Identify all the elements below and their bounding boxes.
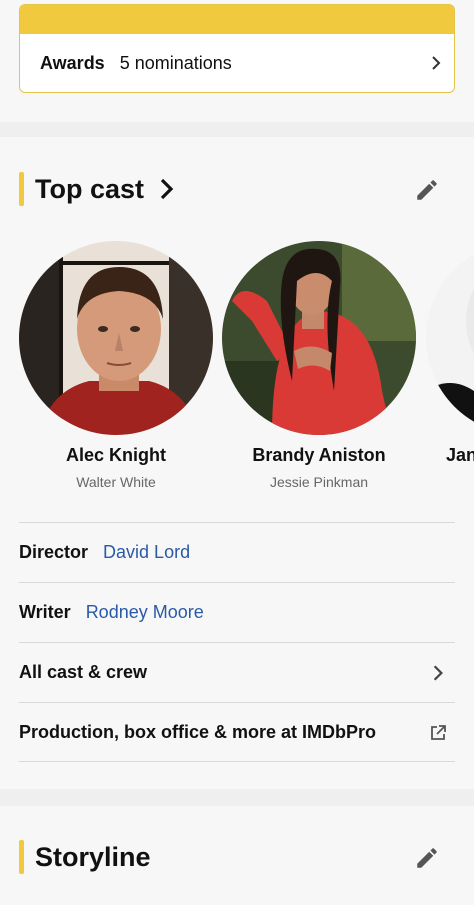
- chevron-right-icon: [432, 56, 441, 70]
- credits-list: Director David Lord Writer Rodney Moore …: [19, 522, 455, 762]
- awards-row[interactable]: Awards 5 nominations: [20, 34, 454, 92]
- awards-label: Awards: [40, 52, 105, 73]
- top-cast-title: Top cast: [35, 173, 145, 204]
- imdbpro-row[interactable]: Production, box office & more at IMDbPro: [19, 702, 455, 762]
- chevron-right-icon[interactable]: [158, 177, 176, 201]
- imdbpro-label[interactable]: Production, box office & more at IMDbPro: [19, 722, 376, 743]
- director-link[interactable]: David Lord: [103, 542, 190, 563]
- all-cast-crew-label[interactable]: All cast & crew: [19, 662, 147, 683]
- storyline-title: Storyline: [35, 841, 151, 872]
- cast-member[interactable]: Jan: [426, 241, 474, 465]
- storyline-header: Storyline: [19, 839, 459, 875]
- cast-photo[interactable]: [19, 241, 213, 435]
- section-accent-bar: [19, 840, 24, 874]
- writer-link[interactable]: Rodney Moore: [86, 602, 204, 623]
- cast-member[interactable]: Alec Knight Walter White: [19, 241, 213, 490]
- writer-row: Writer Rodney Moore: [19, 582, 455, 642]
- cast-name[interactable]: Alec Knight: [0, 445, 233, 466]
- edit-pencil-icon[interactable]: [414, 177, 440, 203]
- awards-value: 5 nominations: [119, 52, 232, 73]
- storyline-section: Storyline: [0, 806, 474, 905]
- top-cast-header[interactable]: Top cast: [19, 171, 459, 207]
- awards-card[interactable]: Awards 5 nominations: [19, 4, 455, 93]
- external-link-icon: [431, 725, 446, 740]
- awards-section: Awards 5 nominations: [0, 0, 474, 122]
- cast-name[interactable]: Jan: [426, 445, 474, 466]
- cast-character: Walter White: [76, 474, 156, 490]
- chevron-right-icon: [433, 665, 443, 681]
- writer-label: Writer: [19, 602, 71, 622]
- cast-carousel[interactable]: Alec Knight Walter White Brandy Aniston: [0, 241, 474, 501]
- cast-member[interactable]: Brandy Aniston Jessie Pinkman: [222, 241, 416, 490]
- director-label: Director: [19, 542, 89, 562]
- director-row: Director David Lord: [19, 522, 455, 582]
- edit-pencil-icon[interactable]: [414, 845, 440, 871]
- cast-photo[interactable]: [222, 241, 416, 435]
- all-cast-crew-row[interactable]: All cast & crew: [19, 642, 455, 702]
- section-accent-bar: [19, 172, 24, 206]
- top-cast-section: Top cast Alec Knight Walter White Brandy…: [0, 137, 474, 789]
- cast-character: Jessie Pinkman: [269, 474, 369, 490]
- awards-accent-bar: [20, 5, 454, 34]
- cast-photo[interactable]: [426, 241, 474, 435]
- cast-name[interactable]: Brandy Aniston: [202, 445, 436, 466]
